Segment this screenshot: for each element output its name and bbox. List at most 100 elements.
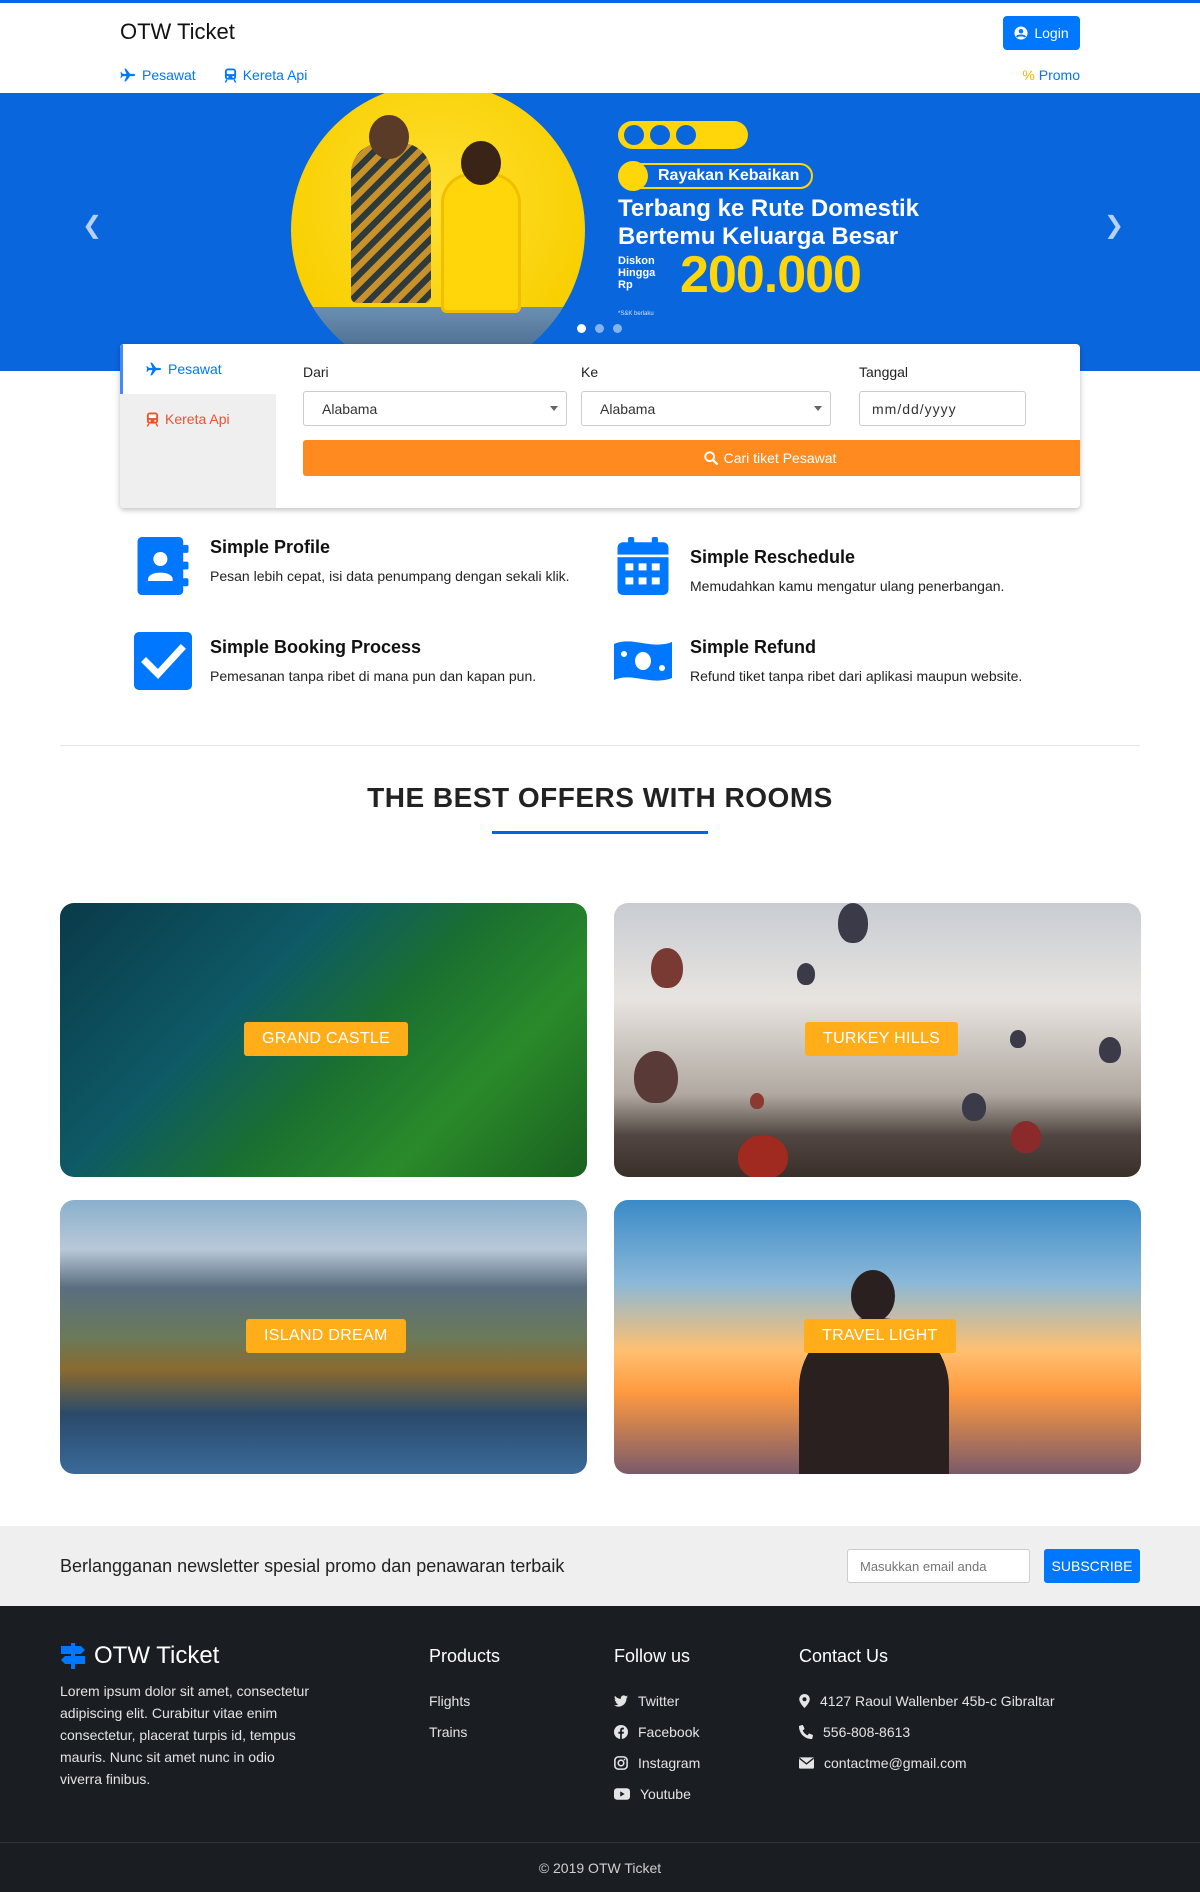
search-button[interactable]: Cari tiket Pesawat [303,440,1080,476]
offer-card-grand-castle[interactable]: GRAND CASTLE [60,903,587,1177]
section-divider [60,745,1140,746]
person-silhouette [799,1270,949,1474]
main-nav: Pesawat Kereta Api [120,67,307,83]
footer-link-trains[interactable]: Trains [429,1716,500,1747]
search-tabs: Pesawat Kereta Api [120,344,276,508]
footer: OTW Ticket Lorem ipsum dolor sit amet, c… [0,1606,1200,1892]
address-book-icon [137,537,189,595]
to-label: Ke [581,364,599,380]
hero-discount-label: Diskon Hingga Rp [618,255,656,291]
feature-badges [618,121,748,149]
footer-brand[interactable]: OTW Ticket [60,1642,219,1670]
footer-link-twitter[interactable]: Twitter [614,1685,700,1716]
offer-card-travel-light[interactable]: TRAVEL LIGHT [614,1200,1141,1474]
footer-follow-title: Follow us [614,1646,691,1666]
navbar: OTW Ticket Login Pesawat Kereta Api % Pro… [0,3,1200,93]
carousel-prev-icon[interactable]: ❮ [82,211,102,240]
calendar-icon [617,537,669,595]
feature-title: Simple Reschedule [690,547,856,567]
ribbon-badge-icon [618,161,648,191]
feature-simple-reschedule: Simple Reschedule Memudahkan kamu mengatu… [614,537,1074,597]
hero-title: Terbang ke Rute Domestik Bertemu Keluarga… [618,195,919,250]
feature-simple-profile: Simple Profile Pesan lebih cepat, isi dat… [134,537,574,595]
youtube-icon [614,1787,630,1800]
offer-label: GRAND CASTLE [244,1022,409,1056]
footer-link-facebook[interactable]: Facebook [614,1716,700,1747]
money-bill-icon [614,641,672,681]
search-form: Dari Alabama Ke Alabama Tanggal mm/dd/yy… [303,344,1080,508]
carousel-next-icon[interactable]: ❯ [1104,211,1124,240]
hero-amount: 200.000 [680,246,862,304]
map-marker-icon [799,1693,810,1708]
carousel-indicator[interactable] [577,324,586,333]
footer-copyright: © 2019 OTW Ticket [538,1860,662,1876]
offer-label: ISLAND DREAM [246,1319,406,1353]
hero-promo-text: Rayakan Kebaikan Terbang ke Rute Domesti… [618,93,978,371]
subscribe-button[interactable]: SUBSCRIBE [1044,1549,1140,1583]
hero-photo-circle [291,93,585,371]
train-icon [146,412,159,427]
facebook-icon [614,1724,628,1739]
feature-simple-booking: Simple Booking Process Pemesanan tanpa ri… [134,632,574,690]
instagram-icon [614,1755,628,1770]
footer-phone[interactable]: 556-808-8613 [799,1716,1055,1747]
hero-ribbon: Rayakan Kebaikan [618,161,814,191]
feature-title: Simple Profile [210,537,331,557]
feature-title: Simple Refund [690,637,817,657]
chevron-down-icon [814,406,822,411]
brand-logo[interactable]: OTW Ticket [120,19,235,45]
tab-pesawat[interactable]: Pesawat [120,344,276,394]
footer-address: 4127 Raoul Wallenber 45b-c Gibraltar [799,1685,1055,1716]
footer-link-instagram[interactable]: Instagram [614,1747,700,1778]
tab-kereta-api[interactable]: Kereta Api [120,394,276,444]
offer-card-turkey-hills[interactable]: TURKEY HILLS [614,903,1141,1177]
date-input[interactable]: mm/dd/yyyy [859,391,1026,426]
footer-contact-title: Contact Us [799,1646,889,1666]
person-plaid-shirt [351,143,431,303]
signpost-icon [61,1643,85,1669]
hero-carousel: ❮ Rayakan Kebaikan Terbang ke Rute Domes… [0,93,1200,371]
promo-link[interactable]: % Promo [1022,67,1080,83]
newsletter-text: Berlangganan newsletter spesial promo da… [60,1556,565,1576]
nav-pesawat-label: Pesawat [142,67,196,83]
offers-title: THE BEST OFFERS WITH ROOMS [367,782,833,813]
offer-label: TURKEY HILLS [805,1022,959,1056]
newsletter-email-input[interactable] [847,1549,1030,1583]
plane-icon [120,68,136,82]
train-icon [224,68,236,83]
chevron-down-icon [550,406,558,411]
footer-products-title: Products [429,1646,501,1666]
promo-label: Promo [1038,67,1080,83]
twitter-icon [614,1694,628,1707]
login-label: Login [1034,25,1069,41]
footer-divider [0,1842,1200,1843]
carousel-indicators [577,324,622,333]
feature-simple-refund: Simple Refund Refund tiket tanpa ribet da… [614,632,1084,690]
footer-products: Products Flights Trains [429,1646,500,1747]
search-icon [703,451,718,465]
offer-label: TRAVEL LIGHT [804,1319,956,1353]
from-select[interactable]: Alabama [303,391,567,426]
plane-icon [146,362,162,376]
nav-pesawat[interactable]: Pesawat [120,67,196,83]
percent-icon: % [1022,67,1035,83]
footer-link-flights[interactable]: Flights [429,1685,500,1716]
feature-desc: Memudahkan kamu mengatur ulang penerbang… [690,578,1005,594]
footer-email[interactable]: contactme@gmail.com [799,1747,1055,1778]
carousel-indicator[interactable] [613,324,622,333]
newsletter-section: Berlangganan newsletter spesial promo da… [0,1526,1200,1606]
from-label: Dari [303,364,329,380]
login-button[interactable]: Login [1003,16,1080,50]
feature-title: Simple Booking Process [210,637,422,657]
nav-kereta-api[interactable]: Kereta Api [224,67,307,83]
footer-follow: Follow us Twitter Facebook Instagram You… [614,1646,700,1809]
offers-title-underline [492,831,708,834]
footer-link-youtube[interactable]: Youtube [614,1778,700,1809]
carousel-indicator[interactable] [595,324,604,333]
feature-desc: Pemesanan tanpa ribet di mana pun dan ka… [210,668,537,684]
offer-card-island-dream[interactable]: ISLAND DREAM [60,1200,587,1474]
footer-about: Lorem ipsum dolor sit amet, consectetur … [60,1683,309,1787]
to-select[interactable]: Alabama [581,391,831,426]
feature-desc: Refund tiket tanpa ribet dari aplikasi m… [690,668,1023,684]
phone-icon [799,1724,813,1739]
